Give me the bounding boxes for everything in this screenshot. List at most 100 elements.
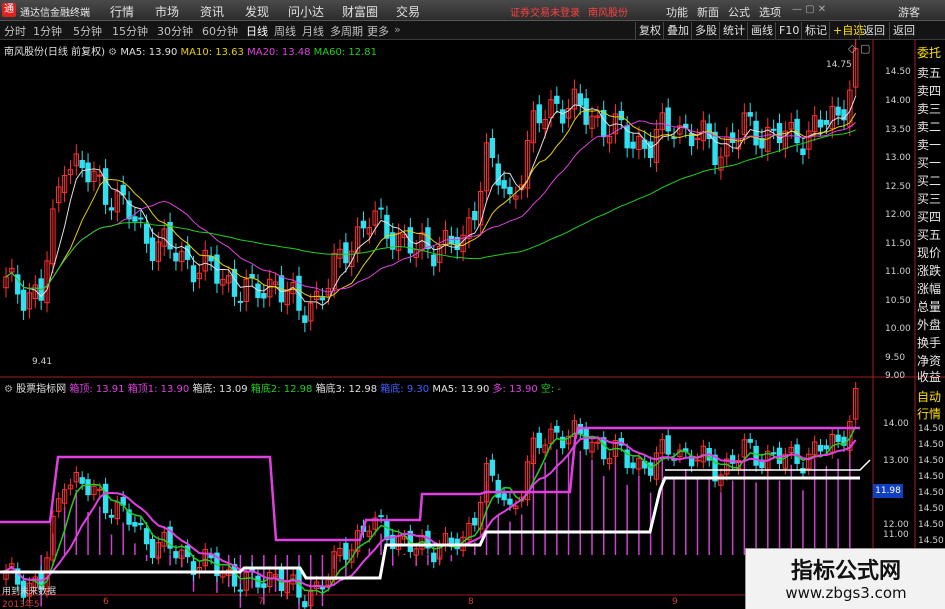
ind-candle-body	[237, 589, 244, 592]
candle-body	[712, 131, 718, 166]
ind-axis-right: 14.50	[918, 536, 944, 546]
panel-mai2: 卖二	[917, 120, 942, 134]
candle-body	[431, 254, 437, 267]
ind-axis-label: 13.00	[883, 456, 909, 466]
ind-candle-body	[560, 436, 566, 449]
ind-candle-body	[143, 528, 150, 545]
ind-candle-body	[85, 479, 91, 496]
candle-body	[618, 110, 624, 121]
ind-axis-right: 14.50	[918, 488, 944, 498]
ind-axis-right: 14.50	[918, 504, 944, 514]
ind-candle-body	[507, 498, 513, 505]
legend-ma10: MA10: 13.63	[180, 47, 244, 58]
ind-candle-body	[747, 438, 753, 443]
panel-mai5: 卖五	[917, 66, 942, 80]
low-price-mark: 9.41	[32, 357, 53, 367]
ind-axis-label: 12.00	[883, 520, 909, 530]
candle-body	[776, 123, 783, 144]
x-label-aug: 8	[468, 597, 474, 607]
legend-long: 多: 13.90	[492, 384, 538, 395]
panel-auto[interactable]: 自动	[917, 388, 945, 405]
candle-body	[577, 93, 583, 106]
ind-candle-body	[108, 514, 115, 518]
legend-ind-ma5: MA5: 13.90	[432, 384, 490, 395]
candle-body	[85, 162, 91, 183]
ind-candle-body	[647, 462, 654, 476]
candle-body	[237, 300, 244, 303]
axis-label: 9.00	[885, 371, 906, 381]
candle-body	[601, 109, 607, 138]
panel-change-pct: 涨幅	[917, 282, 942, 296]
ind-candle-body	[302, 601, 308, 608]
panel-turnover: 换手	[917, 336, 942, 350]
candle-body	[794, 118, 800, 144]
axis-label: 9.50	[885, 353, 906, 363]
candle-body	[138, 217, 144, 220]
candle-body	[132, 216, 138, 222]
candle-body	[231, 268, 238, 297]
panel-buy1: 买一	[917, 156, 942, 170]
candle-body	[173, 252, 179, 262]
candle-body	[817, 119, 824, 128]
legend-box-bottom2: 箱底2: 12.98	[250, 384, 313, 395]
ind-candle-body	[431, 552, 437, 563]
ind-candle-body	[97, 488, 103, 491]
panel-buy4: 买四	[917, 210, 942, 224]
panel-buy3: 买三	[917, 192, 942, 206]
legend-box-bottom: 箱底: 13.09	[192, 384, 248, 395]
indicator-title: 股票指标网	[16, 384, 67, 395]
x-label-jul: 7	[258, 597, 264, 607]
candle-body	[507, 186, 513, 195]
candle-body	[495, 163, 501, 186]
panel-mai1: 卖一	[917, 138, 942, 152]
ind-axis-label: 14.00	[883, 419, 909, 429]
legend-ma60: MA60: 12.81	[313, 47, 378, 58]
panel-mai3: 卖三	[917, 102, 942, 116]
axis-label: 13.50	[885, 125, 911, 135]
indicator-gear-icon[interactable]: ⚙	[4, 384, 13, 395]
ind-candle-body	[261, 583, 267, 588]
ind-candle-body	[823, 445, 830, 450]
panel-weituo[interactable]: 委托	[917, 44, 945, 61]
panel-mai4: 卖四	[917, 84, 942, 98]
panel-volume: 总量	[917, 300, 942, 314]
candle-body	[108, 207, 115, 211]
legend-short: 空: -	[540, 384, 562, 395]
candle-body	[800, 148, 806, 156]
axis-label: 12.50	[885, 182, 911, 192]
axis-label: 14.50	[885, 67, 911, 77]
candle-body	[384, 214, 390, 239]
ind-candle-body	[378, 515, 384, 518]
settings-gear-icon[interactable]: ⚙	[108, 47, 117, 58]
candle-body	[102, 168, 109, 205]
panel-hangqing[interactable]: 行情	[917, 405, 945, 422]
main-legend: 南风股份(日线 前复权) ⚙ MA5: 13.90 MA10: 13.63 MA…	[4, 43, 377, 58]
watermark-box: 指标公式网 www.zbgs3.com	[745, 548, 945, 609]
candle-body	[249, 274, 255, 279]
ind-candle-body	[489, 459, 496, 476]
ind-candle-body	[665, 435, 671, 455]
ind-candle-body	[102, 483, 109, 514]
panel-close-icons[interactable]: ◇ ▢	[848, 42, 870, 55]
indicator-legend: ⚙ 股票指标网 箱顶: 13.91 箱顶1: 13.90 箱底: 13.09 箱…	[4, 380, 561, 395]
ind-candle-body	[501, 493, 507, 501]
ind-candle-body	[694, 459, 701, 462]
x-label-sep: 9	[672, 597, 678, 607]
ma10-line	[5, 110, 857, 298]
candle-body	[143, 223, 150, 244]
candle-body	[747, 112, 753, 117]
candle-body	[302, 315, 308, 323]
watermark-url: www.zbgs3.com	[785, 584, 907, 602]
panel-outer: 外盘	[917, 318, 942, 332]
candle-body	[378, 207, 384, 210]
ma60-line	[5, 129, 856, 291]
kline-chart[interactable]	[0, 0, 945, 609]
candle-body	[665, 107, 671, 132]
candle-body	[472, 210, 478, 221]
ind-axis-right: 14.50	[918, 520, 944, 530]
candle-body	[343, 242, 349, 264]
candle-body	[753, 120, 759, 146]
candle-body	[560, 109, 566, 124]
axis-label: 12.00	[885, 210, 911, 220]
ind-candle-body	[770, 452, 777, 455]
